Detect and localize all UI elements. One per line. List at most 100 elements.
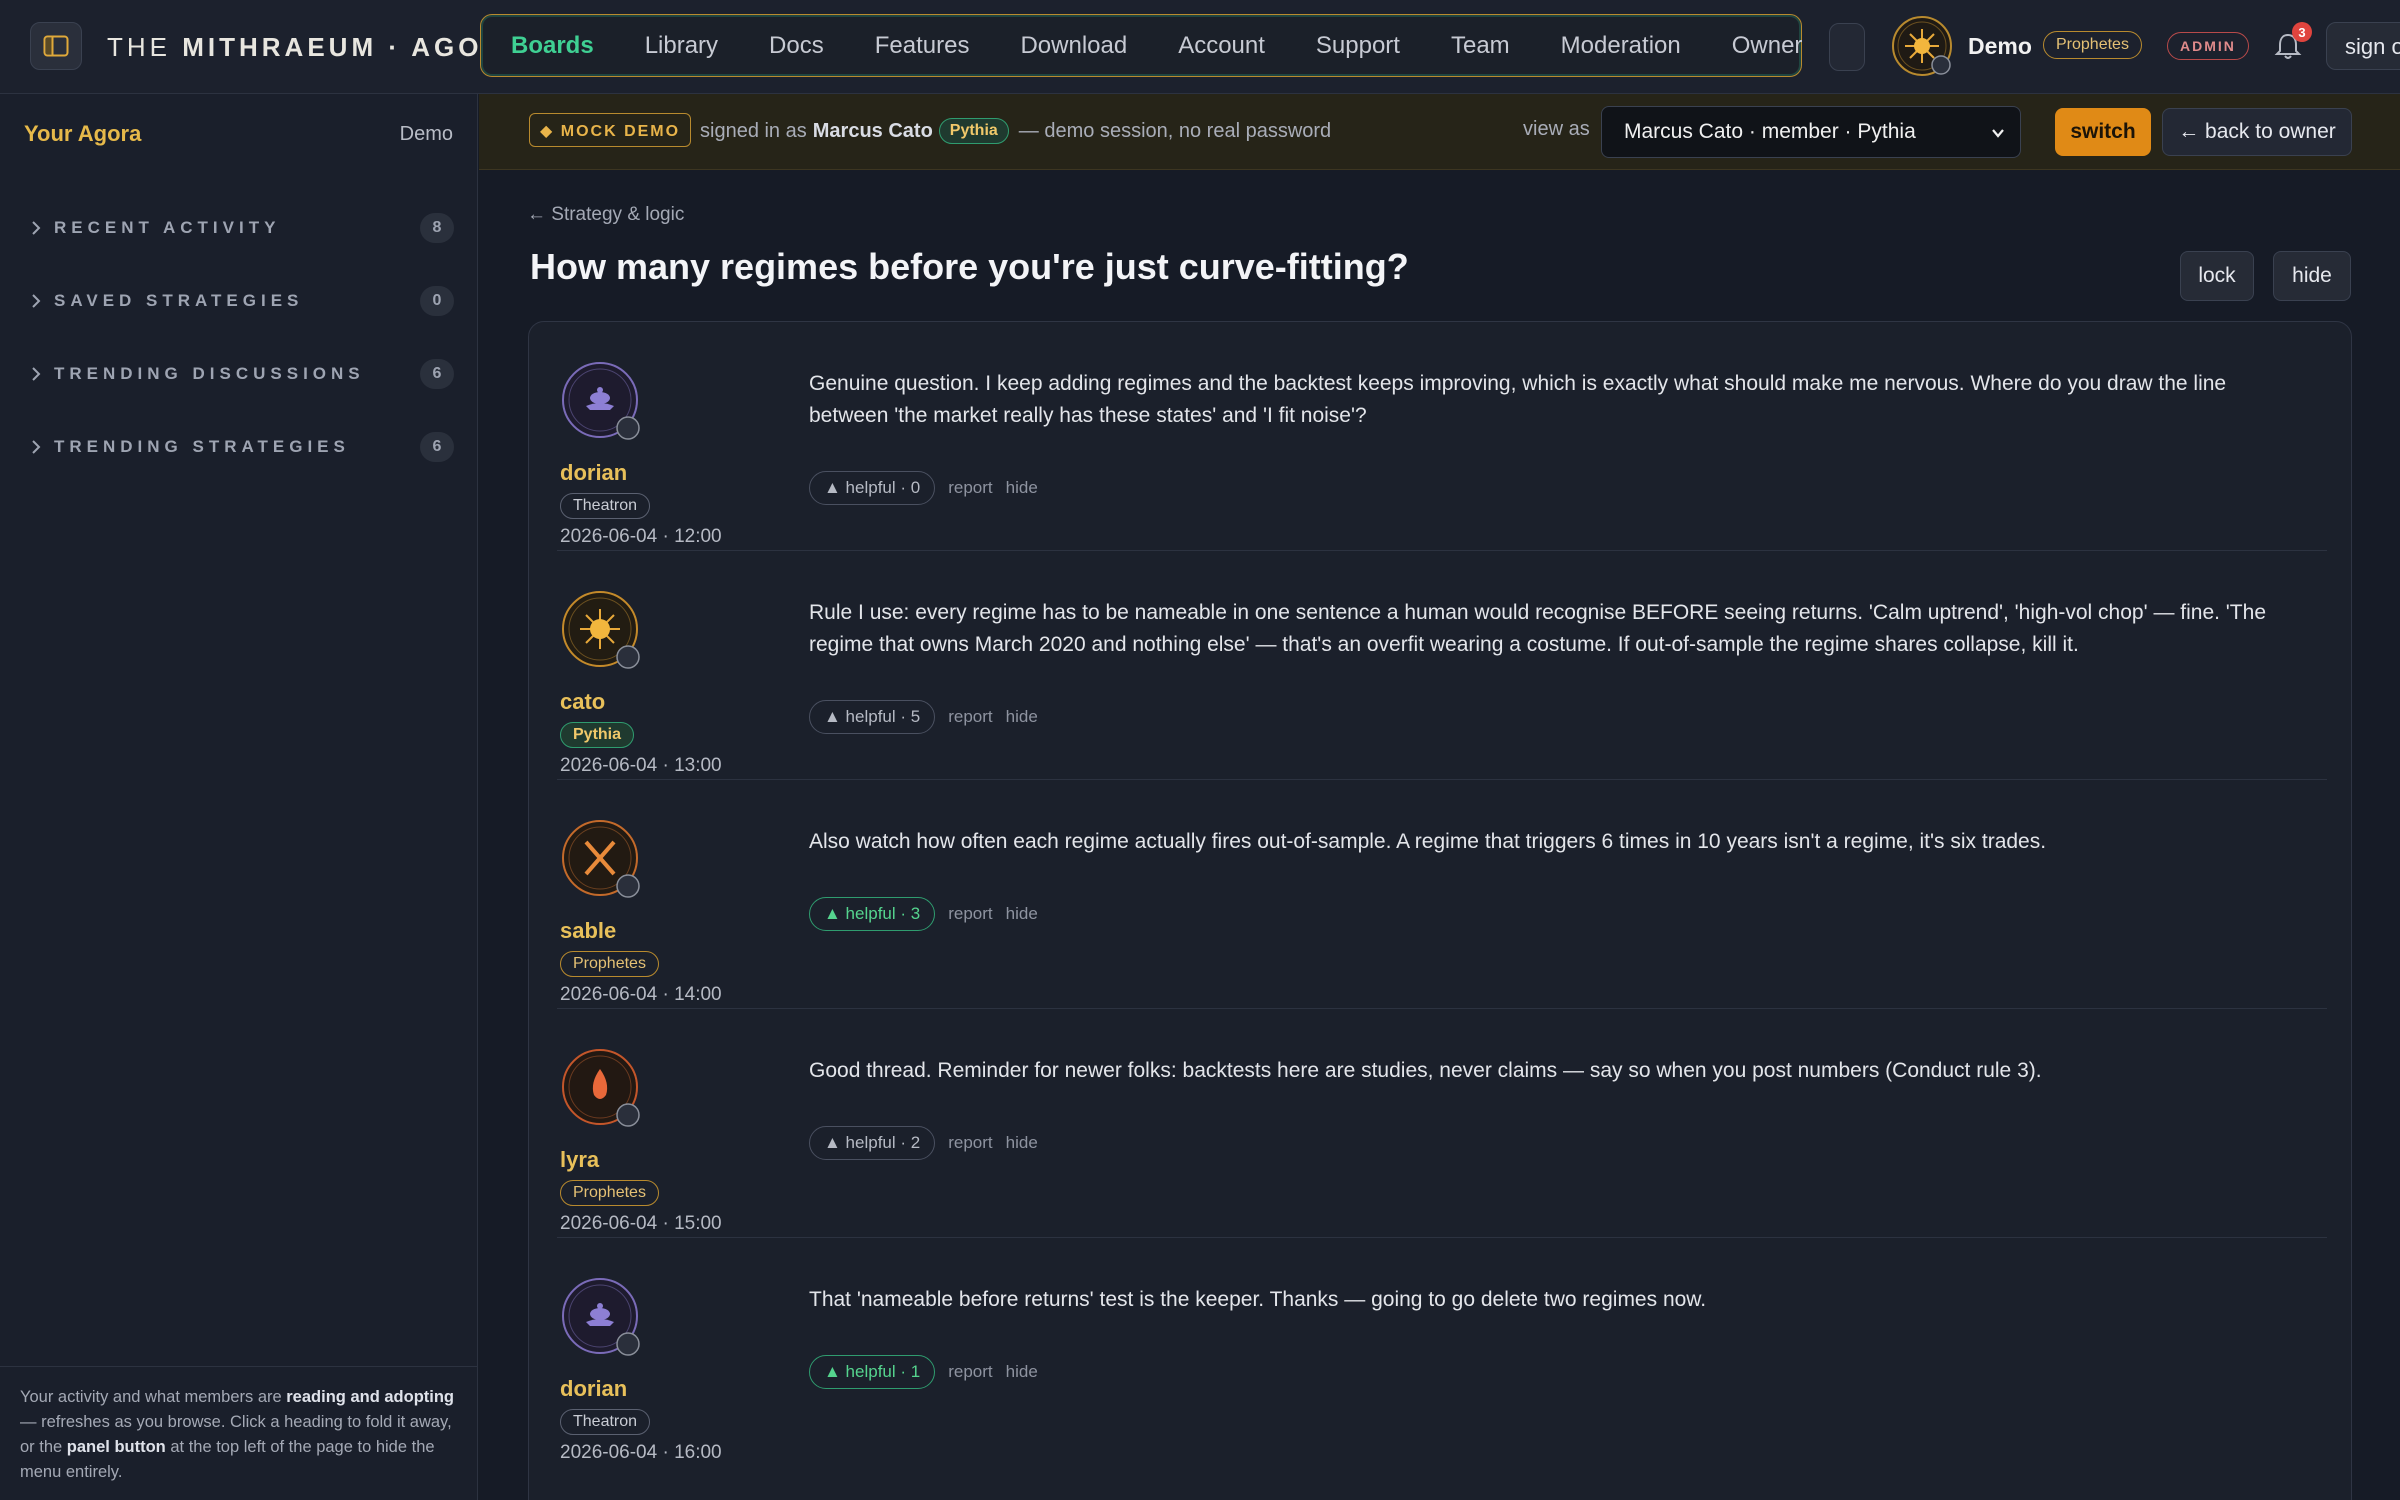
report-link[interactable]: report [948, 478, 992, 498]
post-body: Rule I use: every regime has to be namea… [809, 601, 2266, 656]
sidebar-section-trending-strategies[interactable]: TRENDING STRATEGIES 6 [24, 427, 454, 467]
brand-prefix: THE [107, 32, 183, 62]
author-rank-badge: Prophetes [560, 951, 659, 977]
signed-in-prefix: signed in as [700, 119, 807, 142]
sidebar-title: Your Agora [24, 121, 142, 146]
post: dorian Theatron 2026-06-04 · 12:00 Genui… [557, 322, 2327, 551]
user-avatar-sun-icon[interactable] [1891, 15, 1953, 77]
post-author[interactable]: dorian [560, 460, 627, 486]
post-author[interactable]: lyra [560, 1147, 599, 1173]
author-rank-badge: Pythia [560, 722, 635, 748]
chevron-right-icon [32, 440, 41, 454]
user-name[interactable]: Demo [1968, 33, 2032, 60]
avatar-flame-icon[interactable] [560, 1047, 644, 1131]
post-timestamp: 2026-06-04 · 12:00 [560, 526, 722, 547]
avatar-lotus-icon[interactable] [560, 360, 644, 444]
post-timestamp: 2026-06-04 · 16:00 [560, 1442, 722, 1463]
sidebar-section-label: RECENT ACTIVITY [54, 218, 281, 237]
sidebar-footer-help: Your activity and what members are readi… [0, 1366, 478, 1500]
chevron-right-icon [32, 294, 41, 308]
top-bar: THE MITHRAEUM · AGORA Boards Library Doc… [0, 0, 2400, 94]
chevron-right-icon [32, 221, 41, 235]
notification-count-badge: 3 [2292, 22, 2312, 42]
sidebar-section-saved-strategies[interactable]: SAVED STRATEGIES 0 [24, 281, 454, 321]
helpful-button[interactable]: ▲ helpful · 5 [809, 700, 936, 734]
sign-out-button[interactable]: sign out [2326, 22, 2400, 70]
post-actions: ▲ helpful · 3 report hide [809, 897, 1038, 931]
hide-thread-button[interactable]: hide [2273, 251, 2351, 301]
view-as-value: Marcus Cato · member · Pythia [1624, 120, 1916, 143]
post-timestamp: 2026-06-04 · 13:00 [560, 755, 722, 776]
nav-download[interactable]: Download [1020, 32, 1127, 60]
chevron-right-icon [32, 367, 41, 381]
hide-post-link[interactable]: hide [1006, 1133, 1038, 1153]
post-body: That 'nameable before returns' test is t… [809, 1288, 1707, 1311]
post-actions: ▲ helpful · 2 report hide [809, 1126, 1038, 1160]
hide-post-link[interactable]: hide [1006, 478, 1038, 498]
theme-toggle-button[interactable] [1829, 23, 1865, 71]
helpful-button[interactable]: ▲ helpful · 3 [809, 897, 936, 931]
nav-moderation[interactable]: Moderation [1561, 32, 1681, 60]
sidebar-section-label: TRENDING DISCUSSIONS [54, 364, 365, 383]
sidebar-section-count: 6 [420, 432, 454, 462]
sidebar-section-count: 6 [420, 359, 454, 389]
nav-features[interactable]: Features [875, 32, 970, 60]
post-actions: ▲ helpful · 1 report hide [809, 1355, 1038, 1389]
mock-demo-tag: ◆ MOCK DEMO [529, 113, 692, 147]
post-timestamp: 2026-06-04 · 14:00 [560, 984, 722, 1005]
nav-team[interactable]: Team [1451, 32, 1510, 60]
report-link[interactable]: report [948, 1362, 992, 1382]
post-author[interactable]: cato [560, 689, 605, 715]
author-rank-badge: Theatron [560, 493, 651, 519]
post-body: Genuine question. I keep adding regimes … [809, 372, 2227, 427]
breadcrumb[interactable]: ← Strategy & logic [527, 204, 684, 226]
nav-owner[interactable]: Owner [1732, 32, 1803, 60]
footer-emphasis: panel button [66, 1438, 166, 1456]
sidebar-section-trending-discussions[interactable]: TRENDING DISCUSSIONS 6 [24, 354, 454, 394]
helpful-button[interactable]: ▲ helpful · 0 [809, 471, 936, 505]
post: lyra Prophetes 2026-06-04 · 15:00 Good t… [557, 1009, 2327, 1238]
hide-post-link[interactable]: hide [1006, 707, 1038, 727]
lock-thread-button[interactable]: lock [2180, 251, 2254, 301]
chevron-down-icon [1992, 129, 2004, 138]
back-to-owner-button[interactable]: ← back to owner [2162, 108, 2352, 156]
post-author[interactable]: sable [560, 918, 616, 944]
panel-toggle-button[interactable] [30, 22, 82, 70]
signed-in-badge: Pythia [938, 118, 1009, 144]
sidebar-section-recent-activity[interactable]: RECENT ACTIVITY 8 [24, 208, 454, 248]
signed-in-user: Marcus Cato [812, 119, 933, 142]
post-author[interactable]: dorian [560, 1376, 627, 1402]
sidebar: Your Agora Demo RECENT ACTIVITY 8 SAVED … [0, 94, 478, 1500]
nav-support[interactable]: Support [1316, 32, 1400, 60]
sidebar-section-label: SAVED STRATEGIES [54, 291, 304, 310]
nav-docs[interactable]: Docs [769, 32, 824, 60]
hide-post-link[interactable]: hide [1006, 1362, 1038, 1382]
brand-logo[interactable]: THE MITHRAEUM · AGORA [107, 32, 528, 63]
report-link[interactable]: report [948, 707, 992, 727]
post-timestamp: 2026-06-04 · 15:00 [560, 1213, 722, 1234]
thread-posts: dorian Theatron 2026-06-04 · 12:00 Genui… [528, 321, 2352, 1500]
avatar-crossed-blades-icon[interactable] [560, 818, 644, 902]
hide-post-link[interactable]: hide [1006, 904, 1038, 924]
view-as-select[interactable]: Marcus Cato · member · Pythia [1601, 106, 2021, 158]
nav-account[interactable]: Account [1178, 32, 1265, 60]
avatar-sun-icon[interactable] [560, 589, 644, 673]
report-link[interactable]: report [948, 1133, 992, 1153]
footer-text: Your activity and what members are [20, 1388, 287, 1406]
switch-button[interactable]: switch [2055, 108, 2151, 156]
mock-demo-banner: ◆ MOCK DEMO signed in as Marcus Cato Pyt… [479, 94, 2400, 170]
nav-library[interactable]: Library [645, 32, 718, 60]
report-link[interactable]: report [948, 904, 992, 924]
avatar-lotus-icon[interactable] [560, 1276, 644, 1360]
sidebar-section-count: 8 [420, 213, 454, 243]
helpful-button[interactable]: ▲ helpful · 1 [809, 1355, 936, 1389]
panel-toggle-icon [43, 35, 69, 57]
thread-title: How many regimes before you're just curv… [530, 246, 1409, 287]
helpful-button[interactable]: ▲ helpful · 2 [809, 1126, 936, 1160]
author-rank-badge: Prophetes [560, 1180, 659, 1206]
nav-boards[interactable]: Boards [511, 32, 594, 60]
post: sable Prophetes 2026-06-04 · 14:00 Also … [557, 780, 2327, 1009]
user-rank-badge: Prophetes [2043, 31, 2142, 59]
sidebar-section-count: 0 [420, 286, 454, 316]
post: dorian Theatron 2026-06-04 · 16:00 That … [557, 1238, 2327, 1467]
